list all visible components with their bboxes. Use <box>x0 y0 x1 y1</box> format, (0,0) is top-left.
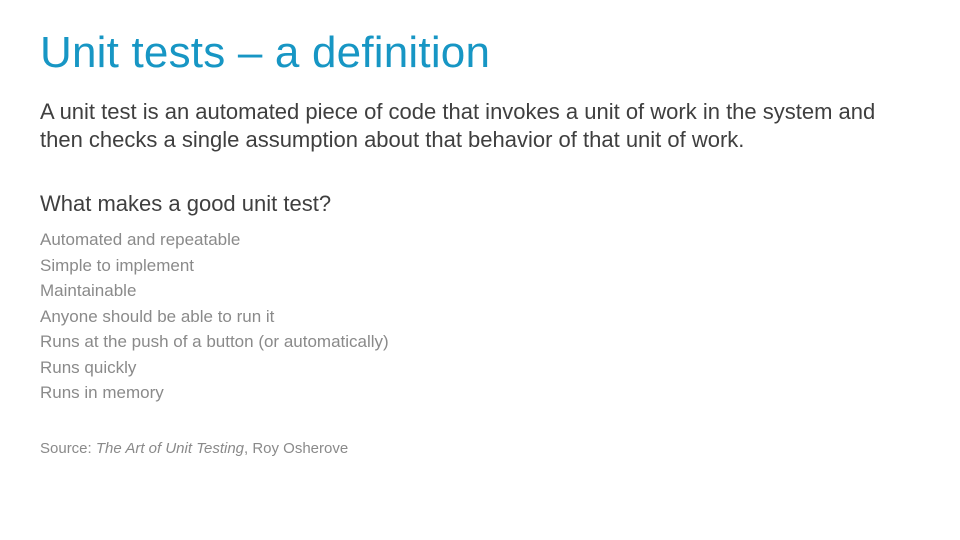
source-author: , Roy Osherove <box>244 440 348 457</box>
definition-paragraph: A unit test is an automated piece of cod… <box>40 98 920 153</box>
list-item: Runs in memory <box>40 380 920 406</box>
list-item: Automated and repeatable <box>40 227 920 253</box>
slide-title: Unit tests – a definition <box>40 28 920 78</box>
subheading: What makes a good unit test? <box>40 191 920 217</box>
bullet-list: Automated and repeatable Simple to imple… <box>40 227 920 406</box>
list-item: Runs quickly <box>40 355 920 381</box>
list-item: Simple to implement <box>40 253 920 279</box>
list-item: Maintainable <box>40 278 920 304</box>
list-item: Runs at the push of a button (or automat… <box>40 329 920 355</box>
source-citation: Source: The Art of Unit Testing, Roy Osh… <box>40 440 920 457</box>
list-item: Anyone should be able to run it <box>40 304 920 330</box>
source-book-title: The Art of Unit Testing <box>96 440 244 457</box>
slide: Unit tests – a definition A unit test is… <box>0 0 960 540</box>
source-prefix: Source: <box>40 440 96 457</box>
